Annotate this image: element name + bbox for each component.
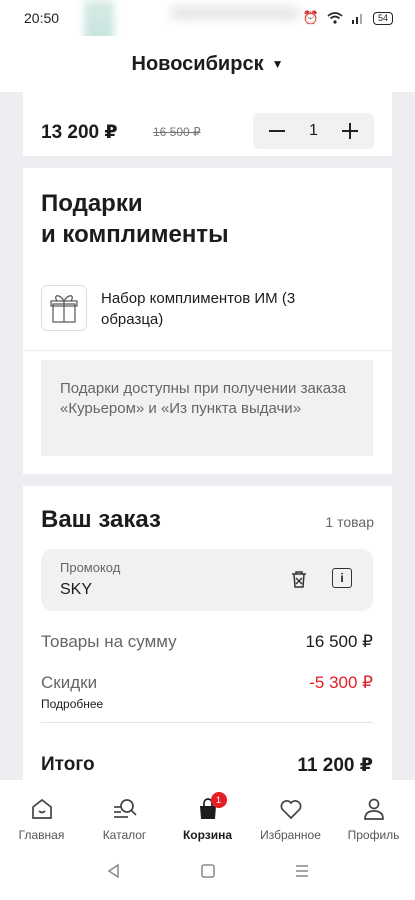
wifi-icon [327, 12, 343, 24]
city-selector[interactable]: Новосибирск ▼ [0, 36, 415, 92]
status-icons: ⏰ 54 [303, 10, 393, 26]
tab-label: Профиль [347, 828, 400, 842]
tab-catalog[interactable]: Каталог [84, 796, 166, 847]
gifts-title-line1: Подарки [41, 190, 143, 217]
back-icon[interactable] [106, 863, 122, 884]
tab-profile[interactable]: Профиль [333, 796, 415, 847]
battery-icon: 54 [372, 11, 393, 25]
promo-code-label: Промокод [60, 560, 121, 575]
gifts-note: Подарки доступны при получении заказа «К… [41, 360, 373, 456]
gifts-title-line2: и комплименты [41, 221, 229, 248]
promo-code-value[interactable]: SKY [60, 581, 92, 599]
divider [41, 722, 373, 723]
subtotal-row: Товары на сумму 16 500 ₽ [41, 632, 373, 652]
tab-label: Главная [18, 828, 65, 842]
tab-label: Каталог [102, 828, 147, 842]
order-item-count: 1 товар [325, 514, 374, 530]
increase-quantity-button[interactable] [338, 121, 362, 142]
home-icon [30, 796, 54, 822]
remove-promo-button[interactable] [288, 568, 310, 590]
bottom-tab-bar: Главная Каталог 1 Корзина Избранное Проф… [0, 780, 415, 847]
total-label: Итого [41, 754, 95, 775]
quantity-value: 1 [309, 122, 318, 139]
tab-label: Корзина [182, 828, 233, 842]
cart-badge: 1 [210, 792, 227, 808]
info-icon[interactable]: i [332, 568, 352, 588]
divider [23, 350, 392, 351]
total-row: Итого 11 200 ₽ [41, 754, 373, 777]
plus-icon [342, 122, 358, 139]
item-price: 13 200 ₽ [41, 122, 118, 143]
tab-cart[interactable]: 1 Корзина [167, 792, 249, 847]
subtotal-value: 16 500 ₽ [305, 632, 373, 651]
order-summary-card: Ваш заказ 1 товар Промокод SKY i Товары … [23, 486, 392, 786]
system-nav-bar [0, 847, 415, 900]
gift-item-name[interactable]: Набор комплиментов ИМ (3 образца) [101, 288, 361, 330]
quantity-stepper: 1 [253, 113, 374, 149]
total-value: 11 200 ₽ [297, 755, 373, 776]
heart-icon [279, 796, 303, 822]
recents-icon[interactable] [294, 863, 310, 884]
profile-icon [362, 796, 386, 822]
cart-item-price-card: 13 200 ₽ 16 500 ₽ 1 [23, 92, 392, 156]
alarm-icon: ⏰ [302, 10, 319, 25]
gifts-card: Подарки и комплименты Набор комплиментов… [23, 168, 392, 474]
home-nav-icon[interactable] [200, 863, 216, 884]
blurred-notification [170, 6, 300, 20]
caret-down-icon[interactable]: ▼ [272, 57, 284, 71]
catalog-search-icon [112, 796, 138, 822]
order-title: Ваш заказ [41, 506, 161, 533]
tab-favorites[interactable]: Избранное [250, 796, 332, 847]
trash-icon [292, 571, 306, 588]
minus-icon [269, 129, 285, 132]
subtotal-label: Товары на сумму [41, 632, 177, 651]
status-time: 20:50 [24, 10, 60, 26]
discount-label: Скидки [41, 673, 98, 692]
signal-icon [351, 14, 362, 24]
promo-code-field[interactable]: Промокод SKY i [41, 549, 373, 611]
discount-value: -5 300 ₽ [309, 673, 373, 692]
city-name[interactable]: Новосибирск [132, 53, 264, 76]
discount-row: Скидки -5 300 ₽ [41, 673, 373, 693]
status-bar: 20:50 ⏰ 54 [0, 0, 415, 70]
discount-details-link[interactable]: Подробнее [41, 697, 103, 711]
decrease-quantity-button[interactable] [265, 121, 289, 142]
gifts-title: Подарки и комплименты [41, 188, 301, 250]
item-old-price: 16 500 ₽ [153, 125, 201, 139]
tab-label: Избранное [260, 828, 321, 842]
gift-box-icon [41, 285, 87, 331]
tab-home[interactable]: Главная [1, 796, 83, 847]
